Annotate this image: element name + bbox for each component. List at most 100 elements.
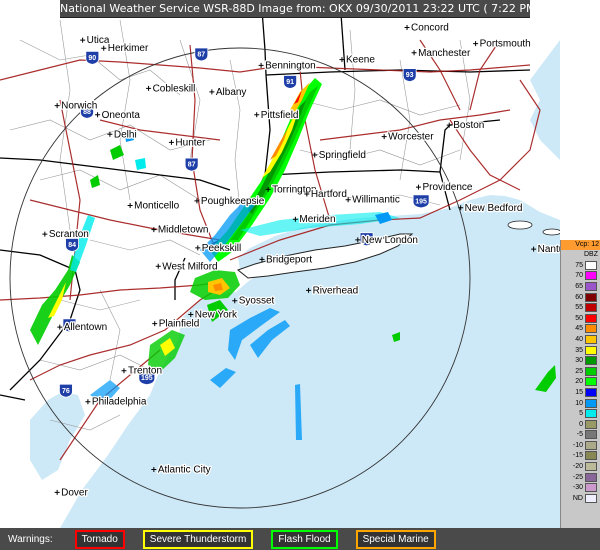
legend-level-swatch (585, 462, 597, 472)
interstate-number: 91 (286, 79, 294, 86)
legend-level-label: 15 (575, 388, 583, 396)
city-riverhead: Riverhead (306, 284, 359, 298)
interstate-shield: 90 (85, 50, 100, 65)
legend-level-label: 55 (575, 304, 583, 312)
interstate-shield: 195 (412, 194, 430, 209)
legend-level: -5 (561, 430, 600, 441)
legend-level-swatch (585, 430, 597, 440)
warning-flash-flood[interactable]: Flash Flood (271, 529, 338, 549)
interstate-shield: 84 (65, 238, 79, 252)
warning-special-marine[interactable]: Special Marine (355, 529, 436, 549)
interstate-shield: 87 (194, 47, 209, 62)
interstate-shield: 93 (402, 68, 417, 83)
legend-level-label: 5 (579, 410, 583, 418)
legend-level-swatch (585, 472, 597, 482)
city-label: Dover (61, 487, 88, 498)
legend-level-label: 30 (575, 357, 583, 365)
legend-level-swatch (585, 303, 597, 313)
city-trenton: Trenton (121, 364, 163, 378)
legend-level-label: 70 (575, 272, 583, 280)
legend-level: 5 (561, 408, 600, 419)
legend-level: 55 (561, 302, 600, 313)
city-label: Bennington (265, 60, 316, 71)
legend-level-label: -30 (572, 484, 583, 492)
legend-level-label: -15 (572, 452, 583, 460)
legend-level-swatch (585, 356, 597, 366)
city-label: Manchester (418, 48, 471, 59)
legend-level: 10 (561, 398, 600, 409)
city-label: New York (195, 310, 238, 321)
marthas-vineyard (507, 220, 533, 230)
city-hunter: Hunter (168, 136, 207, 150)
city-label: Utica (87, 35, 110, 46)
city-label: Hartford (311, 189, 347, 200)
radar-title: National Weather Service WSR-88D Image f… (60, 2, 530, 15)
legend-level: ND (561, 493, 600, 504)
legend-level: 15 (561, 387, 600, 398)
legend-level-label: 75 (575, 261, 583, 269)
legend-level: 20 (561, 377, 600, 388)
warning-severe-thunderstorm[interactable]: Severe Thunderstorm (142, 529, 254, 549)
city-boston: Boston (446, 119, 486, 132)
city-manchester: Manchester (411, 47, 472, 60)
legend-level-swatch (585, 409, 597, 419)
legend-level: 60 (561, 292, 600, 303)
city-label: Nantucket (538, 244, 560, 255)
legend-level: 45 (561, 324, 600, 335)
city-label: Worcester (388, 132, 434, 143)
legend-level-swatch (585, 493, 597, 503)
interstate-number: 76 (62, 388, 70, 395)
city-label: Cobleskill (153, 83, 196, 94)
legend-level-label: 35 (575, 346, 583, 354)
legend-level: -15 (561, 451, 600, 462)
legend-level-label: -20 (572, 463, 583, 471)
city-label: Trenton (128, 366, 162, 377)
legend-level: -20 (561, 461, 600, 472)
legend-level-label: 65 (575, 282, 583, 290)
legend-level-swatch (585, 387, 597, 397)
legend-level-swatch (585, 440, 597, 450)
city-atlantic-city: Atlantic City (151, 463, 212, 477)
city-new-bedford: New Bedford (458, 202, 524, 215)
city-label: Boston (453, 120, 484, 131)
interstate-number: 84 (68, 242, 76, 249)
city-label: Willimantic (352, 195, 400, 206)
city-scranton: Scranton (42, 228, 90, 241)
legend-level: 25 (561, 366, 600, 377)
city-label: Keene (346, 55, 375, 66)
city-albany: Albany (209, 86, 248, 99)
legend-level: 65 (561, 281, 600, 292)
interstate-shield: 91 (283, 75, 298, 89)
city-bennington: Bennington (258, 59, 317, 73)
legend-level-label: -10 (572, 441, 583, 449)
legend-level-swatch (585, 398, 597, 408)
warning-tornado[interactable]: Tornado (74, 529, 125, 549)
echo-cell-catskills-2 (135, 158, 146, 170)
radar-frame: 90 88 87 91 93 84 87 195 78 195 95 76 Utica Herkimer… (0, 0, 600, 550)
interstate-number: 87 (197, 51, 205, 58)
city-peekskill: Peekskill (195, 242, 243, 255)
interstate-number: 195 (415, 198, 427, 205)
legend-level-label: 0 (579, 420, 583, 428)
map-canvas: 90888791938487195781959576 UticaHerkimer… (0, 0, 560, 528)
city-west-milford: West Milford (155, 260, 219, 274)
city-label: Hunter (175, 137, 206, 148)
city-label: Delhi (114, 129, 137, 140)
city-label: Oneonta (102, 110, 141, 121)
city-label: Portsmouth (480, 39, 531, 50)
city-label: Pittsfield (261, 110, 299, 121)
legend-level-swatch (585, 483, 597, 493)
legend-level-swatch (585, 313, 597, 323)
radar-map[interactable]: 90 88 87 91 93 84 87 195 78 195 95 76 Utica Herkimer… (0, 0, 560, 528)
legend-level-swatch (585, 271, 597, 281)
city-label: Middletown (158, 225, 209, 236)
legend-level: 50 (561, 313, 600, 324)
city-oneonta: Oneonta (95, 109, 142, 122)
legend-level-label: 20 (575, 378, 583, 386)
legend-level-label: 10 (575, 399, 583, 407)
legend-level: 75 (561, 260, 600, 271)
legend-level-label: 60 (575, 293, 583, 301)
interstate-number: 87 (188, 162, 196, 169)
city-new-york: New York (188, 308, 239, 322)
legend-level-label: -5 (576, 431, 583, 439)
